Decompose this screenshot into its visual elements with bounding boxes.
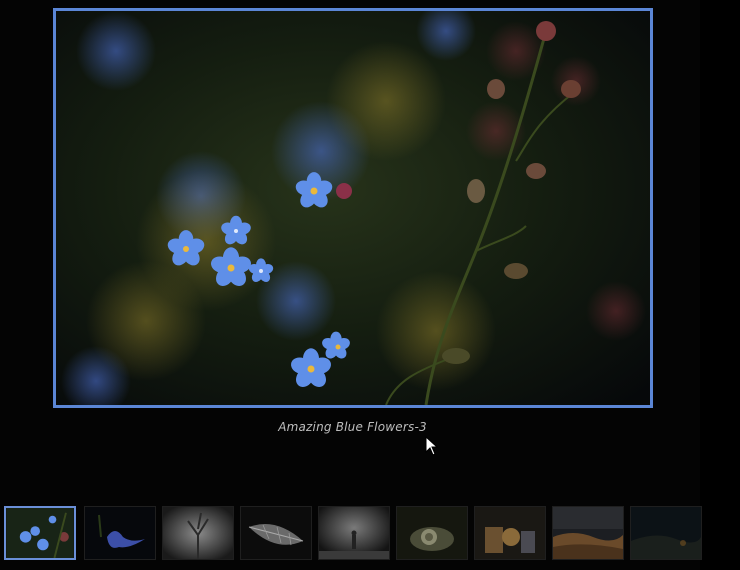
- thumbnail-blue-flowers[interactable]: [4, 506, 76, 560]
- thumbnail-strip: [4, 506, 704, 562]
- thumbnail-dark-hills[interactable]: [630, 506, 702, 560]
- thumbnail-figure-in-fog[interactable]: [318, 506, 390, 560]
- thumbnail-desert-landscape[interactable]: [552, 506, 624, 560]
- thumbnail-snail-shell[interactable]: [396, 506, 468, 560]
- thumbnail-leaf-macro[interactable]: [240, 506, 312, 560]
- thumbnail-still-life-objects[interactable]: [474, 506, 546, 560]
- thumbnail-blue-iris-flower[interactable]: [84, 506, 156, 560]
- thumbnail-misty-tree[interactable]: [162, 506, 234, 560]
- mouse-cursor-icon: [425, 436, 439, 456]
- photo-caption: Amazing Blue Flowers-3: [278, 420, 427, 434]
- main-photo[interactable]: [53, 8, 653, 408]
